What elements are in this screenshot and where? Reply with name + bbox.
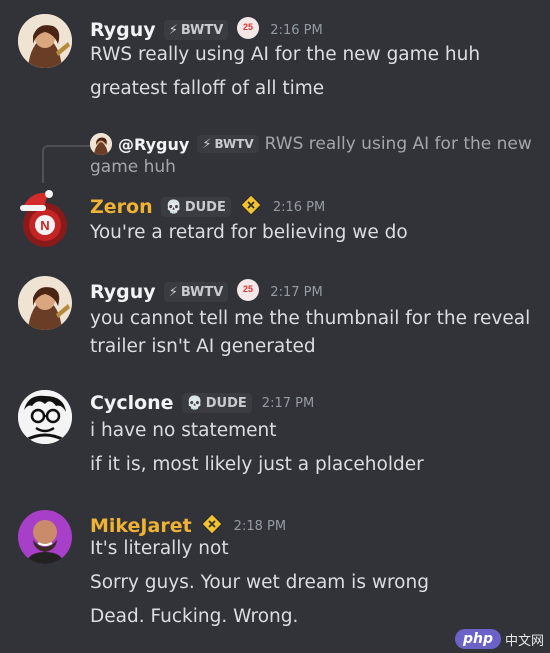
message-zeron: @Ryguy ⚡ BWTV RWS really using AI for the…: [0, 125, 550, 255]
avatar[interactable]: [18, 276, 72, 330]
reply-text-wrap: game huh: [90, 157, 176, 177]
server-tag[interactable]: 💀 DUDE: [160, 197, 231, 217]
ryguy-avatar-icon: [18, 276, 72, 330]
watermark-site: 中文网: [504, 633, 544, 649]
message-line: You're a retard for believing we do: [90, 222, 408, 243]
badge-25-icon[interactable]: 25: [236, 278, 260, 306]
username[interactable]: Zeron: [90, 196, 153, 218]
reply-server-tag: ⚡ BWTV: [197, 135, 259, 153]
message-ryguy-2: Ryguy ⚡ BWTV 25 2:17 PM you cannot tell m…: [0, 268, 550, 368]
santa-hat-icon: [20, 190, 53, 211]
message-ryguy-1: Ryguy ⚡ BWTV 25 2:16 PM RWS really using …: [0, 0, 550, 120]
skull-icon: 💀: [165, 199, 182, 215]
message-line: Dead. Fucking. Wrong.: [90, 606, 299, 627]
reply-text: RWS really using AI for the new: [264, 134, 532, 154]
timestamp: 2:16 PM: [272, 199, 326, 215]
reply-username[interactable]: @Ryguy: [118, 135, 189, 154]
avatar[interactable]: [18, 390, 72, 444]
server-tag[interactable]: ⚡ BWTV: [163, 20, 229, 40]
watermark-brand: php: [454, 629, 501, 649]
ryguy-avatar-icon: [18, 14, 72, 68]
avatar[interactable]: [18, 14, 72, 68]
username[interactable]: Ryguy: [90, 19, 156, 41]
server-tag[interactable]: ⚡ BWTV: [163, 282, 229, 302]
username[interactable]: Ryguy: [90, 281, 156, 303]
timestamp: 2:16 PM: [270, 22, 323, 38]
reply-preview[interactable]: @Ryguy ⚡ BWTV RWS really using AI for the…: [90, 133, 540, 177]
badge-25-icon[interactable]: 25: [236, 16, 260, 44]
svg-text:N: N: [40, 218, 49, 233]
timestamp: 2:18 PM: [233, 518, 287, 534]
svg-text:25: 25: [243, 284, 253, 294]
timestamp: 2:17 PM: [270, 284, 323, 300]
svg-text:25: 25: [243, 22, 253, 32]
lightning-icon: ⚡: [168, 22, 178, 38]
timestamp: 2:17 PM: [261, 395, 315, 411]
cyclone-avatar-icon: [18, 390, 72, 444]
username[interactable]: MikeJaret: [90, 515, 192, 537]
message-line: you cannot tell me the thumbnail for the…: [90, 308, 531, 329]
message-line: trailer isn't AI generated: [90, 336, 316, 357]
avatar[interactable]: N: [18, 190, 72, 249]
reply-connector: [42, 145, 90, 183]
message-line: It's literally not: [90, 538, 229, 559]
message-cyclone: Cyclone 💀 DUDE 2:17 PM i have no statemen…: [0, 380, 550, 490]
skull-icon: 💀: [186, 395, 203, 411]
server-tag[interactable]: 💀 DUDE: [181, 393, 252, 413]
message-line: i have no statement: [90, 420, 277, 441]
lightning-icon: ⚡: [202, 136, 212, 152]
mikejaret-avatar-icon: [18, 510, 72, 564]
message-line: if it is, most likely just a placeholder: [90, 454, 424, 475]
message-line: greatest falloff of all time: [90, 78, 325, 99]
avatar[interactable]: [18, 510, 72, 564]
watermark: php 中文网: [454, 629, 544, 649]
message-line: Sorry guys. Your wet dream is wrong: [90, 572, 429, 593]
username[interactable]: Cyclone: [90, 392, 174, 414]
crossing-sign-icon[interactable]: [239, 193, 263, 221]
crossing-sign-icon[interactable]: [200, 512, 224, 540]
message-line: RWS really using AI for the new game huh: [90, 44, 481, 65]
lightning-icon: ⚡: [168, 284, 178, 300]
reply-avatar: [90, 133, 112, 155]
